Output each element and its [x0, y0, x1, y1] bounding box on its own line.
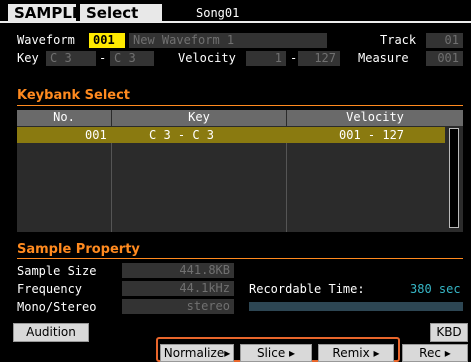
- frequency-label: Frequency: [17, 282, 83, 296]
- rec-button[interactable]: Rec ▸: [402, 344, 468, 362]
- velocity-label: Velocity: [178, 51, 236, 65]
- sample-size-value: 441.8KB: [122, 263, 234, 278]
- recordable-time-label: Recordable Time:: [249, 282, 365, 296]
- property-section-title: Sample Property: [17, 242, 140, 257]
- key-high-field[interactable]: C 3: [110, 51, 154, 66]
- key-dash: -: [99, 51, 107, 65]
- table-row[interactable]: 001 C 3 - C 3 001 - 127: [17, 127, 445, 143]
- track-label: Track: [380, 33, 417, 47]
- kbd-button[interactable]: KBD: [430, 323, 468, 342]
- measure-field[interactable]: 001: [426, 51, 463, 66]
- column-header-key: Key: [112, 110, 286, 126]
- column-divider: [286, 143, 287, 232]
- mono-stereo-value: stereo: [122, 299, 234, 314]
- arrow-right-icon: ▸: [373, 346, 380, 360]
- frequency-value: 44.1kHz: [122, 281, 234, 296]
- row-no: 001: [85, 128, 107, 142]
- row-key: C 3 - C 3: [149, 128, 215, 142]
- remix-label: Remix: [332, 346, 370, 360]
- keybank-section-rule: [17, 105, 463, 106]
- audition-button[interactable]: Audition: [13, 323, 89, 342]
- recordable-time-bar: [249, 302, 463, 311]
- remix-button[interactable]: Remix ▸: [318, 344, 394, 362]
- keybank-table: No. Key Velocity 001 C 3 - C 3 001 - 127: [17, 110, 463, 232]
- page-title: Select: [80, 4, 162, 22]
- keybank-section-title: Keybank Select: [17, 88, 131, 103]
- sample-select-screen: SAMPLE Select Song01 Waveform 001 New Wa…: [0, 0, 471, 362]
- velocity-low-field[interactable]: 1: [246, 51, 286, 66]
- mode-tab: SAMPLE: [8, 4, 82, 22]
- track-field[interactable]: 01: [426, 33, 463, 48]
- song-name: Song01: [196, 6, 240, 20]
- normalize-label: Normalize: [163, 346, 225, 360]
- arrow-right-icon: ▸: [444, 346, 451, 360]
- waveform-number-field[interactable]: 001: [89, 33, 125, 48]
- row-velocity: 001 - 127: [339, 128, 405, 142]
- key-label: Key: [17, 51, 39, 65]
- sample-size-label: Sample Size: [17, 264, 97, 278]
- mono-stereo-label: Mono/Stereo: [17, 300, 97, 314]
- key-low-field[interactable]: C 3: [46, 51, 96, 66]
- waveform-label: Waveform: [17, 33, 75, 47]
- normalize-button[interactable]: Normalize▸: [160, 344, 234, 362]
- waveform-name-field[interactable]: New Waveform 1: [129, 33, 327, 48]
- column-header-no: No.: [17, 110, 111, 126]
- arrow-right-icon: ▸: [224, 346, 231, 360]
- column-header-velocity: Velocity: [287, 110, 463, 126]
- table-scrollbar[interactable]: [449, 128, 459, 228]
- measure-label: Measure: [358, 51, 409, 65]
- slice-label: Slice: [256, 346, 286, 360]
- velocity-high-field[interactable]: 127: [298, 51, 340, 66]
- recordable-time-value: 380 sec: [410, 282, 461, 296]
- property-section-rule: [17, 258, 463, 259]
- velocity-dash: -: [290, 51, 298, 65]
- slice-button[interactable]: Slice ▸: [240, 344, 312, 362]
- column-divider: [111, 143, 112, 232]
- arrow-right-icon: ▸: [289, 346, 296, 360]
- rec-label: Rec: [419, 346, 441, 360]
